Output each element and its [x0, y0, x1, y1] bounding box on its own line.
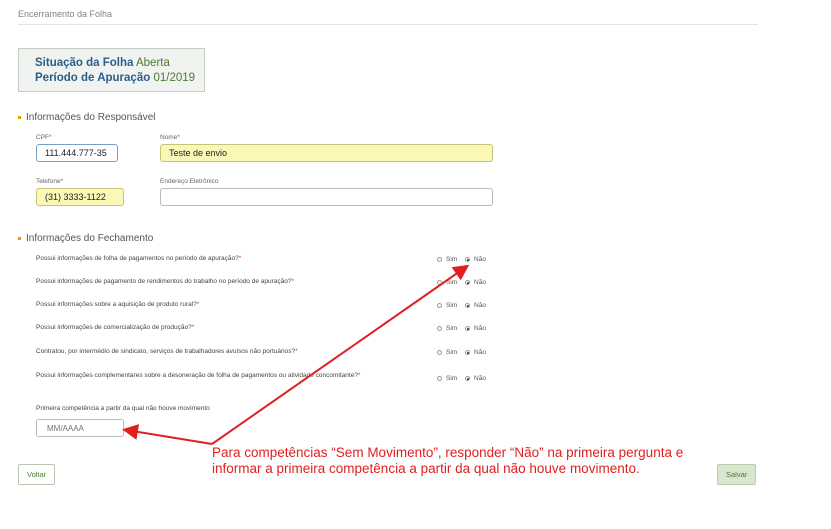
save-button[interactable]: Salvar: [717, 464, 757, 485]
arrow-to-date: [122, 424, 213, 445]
arrow-to-radio: [211, 264, 470, 445]
back-button[interactable]: Voltar: [18, 464, 56, 485]
annotation-note: Para competências “Sem Movimento”, respo…: [212, 445, 684, 476]
